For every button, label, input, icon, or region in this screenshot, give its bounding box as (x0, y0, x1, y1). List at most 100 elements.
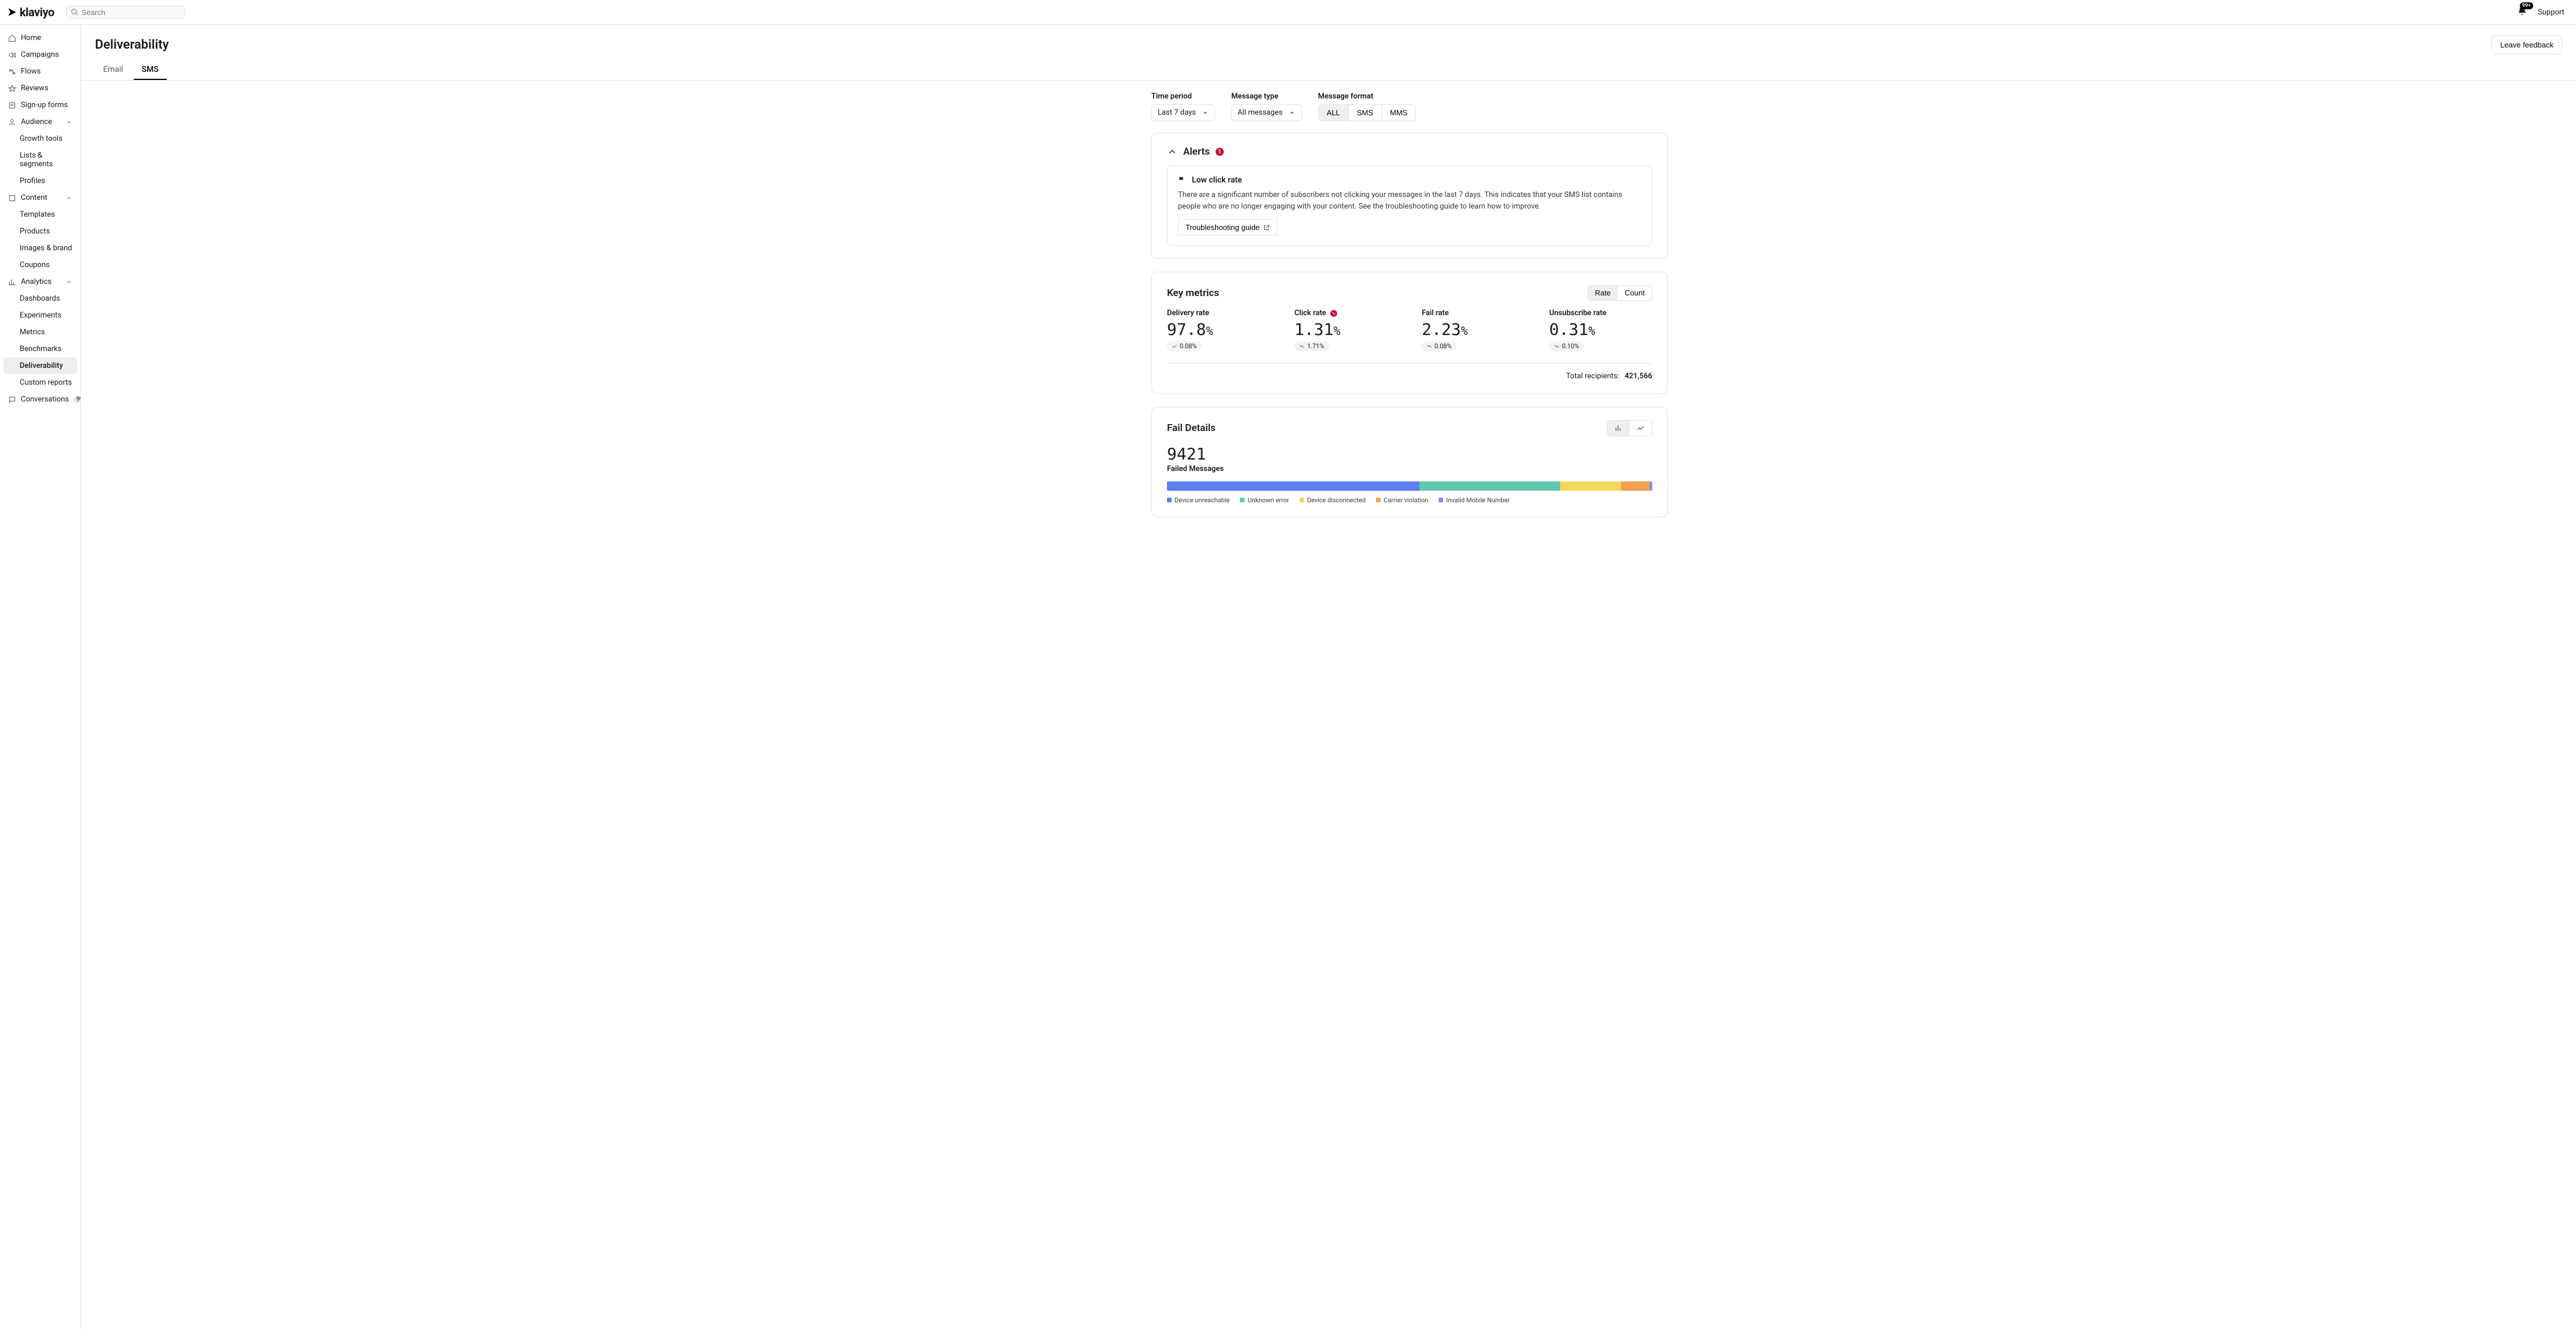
nav-flows[interactable]: Flows (3, 63, 77, 80)
value: 2.23 (1422, 320, 1461, 339)
label: Click rate (1294, 309, 1326, 317)
nav-label: Analytics (21, 278, 52, 286)
metric-value: 97.8% (1167, 320, 1260, 339)
nav-growth-tools[interactable]: Growth tools (3, 130, 77, 147)
topbar-left: klaviyo (7, 5, 185, 19)
pct: % (1461, 324, 1468, 338)
value: 1.31 (1294, 320, 1333, 339)
chevron-up-icon (65, 279, 72, 286)
search-icon (71, 8, 79, 16)
troubleshooting-guide-button[interactable]: Troubleshooting guide (1178, 219, 1278, 236)
nav-images-brand[interactable]: Images & brand (3, 240, 77, 257)
legend-swatch (1167, 498, 1172, 502)
metric-value: 2.23% (1422, 320, 1514, 339)
select-value: All messages (1238, 108, 1283, 117)
legend-item: Device disconnected (1300, 496, 1366, 504)
logo[interactable]: klaviyo (7, 5, 54, 19)
count-button[interactable]: Count (1618, 286, 1652, 300)
nav-custom-reports[interactable]: Custom reports (3, 374, 77, 391)
total-label: Total recipients: (1566, 372, 1619, 381)
format-mms-button[interactable]: MMS (1382, 105, 1415, 121)
nav-profiles[interactable]: Profiles (3, 173, 77, 189)
format-sms-button[interactable]: SMS (1349, 105, 1382, 121)
nav-home[interactable]: Home (3, 30, 77, 46)
metric-delta: 0.10% (1549, 341, 1584, 351)
failed-count-label: Failed Messages (1167, 465, 1652, 473)
nav-label: Deliverability (20, 362, 63, 370)
topbar-right: 99+ Support (2517, 6, 2564, 19)
nav-deliverability[interactable]: Deliverability (3, 357, 77, 374)
filters: Time period Last 7 days Message type All… (1151, 92, 1668, 121)
nav-campaigns[interactable]: Campaigns (3, 46, 77, 63)
pct: % (1588, 324, 1595, 338)
format-segment: ALL SMS MMS (1318, 104, 1417, 121)
chevron-down-icon (1289, 109, 1296, 116)
alerts-count-badge: 1 (1216, 148, 1224, 156)
nav-metrics[interactable]: Metrics (3, 324, 77, 341)
trend-down-icon (1299, 344, 1305, 349)
metric-delivery: Delivery rate 97.8% 0.08% (1167, 309, 1260, 352)
nav-coupons[interactable]: Coupons (3, 257, 77, 273)
stack-segment (1167, 481, 1419, 491)
tab-email[interactable]: Email (95, 60, 131, 80)
nav-signup-forms[interactable]: Sign-up forms (3, 97, 77, 114)
metric-delta: 0.08% (1167, 341, 1202, 351)
nav-experiments[interactable]: Experiments (3, 307, 77, 324)
alert-item: Low click rate There are a significant n… (1167, 166, 1652, 246)
megaphone-icon (8, 51, 16, 59)
alert-title-text: Low click rate (1192, 176, 1242, 185)
nav-lists-segments[interactable]: Lists & segments (3, 147, 77, 173)
nav-label: Growth tools (20, 134, 63, 143)
forms-icon (8, 101, 16, 109)
nav-label: Profiles (20, 177, 45, 185)
rate-button[interactable]: Rate (1588, 286, 1618, 300)
legend-item: Unknown error (1240, 496, 1289, 504)
page-title: Deliverability (95, 38, 169, 52)
card-header: Fail Details (1167, 420, 1652, 436)
nav-analytics[interactable]: Analytics (3, 273, 77, 290)
search-input[interactable] (66, 6, 185, 19)
nav-dashboards[interactable]: Dashboards (3, 290, 77, 307)
sidebar: Home Campaigns Flows Reviews Sign-up for… (0, 25, 81, 1329)
nav-products[interactable]: Products (3, 223, 77, 240)
nav-label: Custom reports (20, 378, 72, 387)
nav-label: Dashboards (20, 294, 60, 303)
metric-value: 0.31% (1549, 320, 1642, 339)
topbar: klaviyo 99+ Support (0, 0, 2576, 25)
star-icon (8, 85, 16, 93)
format-all-button[interactable]: ALL (1319, 105, 1349, 121)
nav-content[interactable]: Content (3, 189, 77, 206)
metrics-row: Delivery rate 97.8% 0.08% Click rate 1.3… (1167, 309, 1652, 352)
line-view-button[interactable] (1630, 421, 1652, 436)
nav-conversations[interactable]: Conversations99+ (3, 391, 77, 408)
total-recipients: Total recipients: 421,566 (1167, 372, 1652, 381)
metric-fail: Fail rate 2.23% 0.08% (1422, 309, 1514, 352)
line-chart-icon (1637, 424, 1645, 432)
nav-reviews[interactable]: Reviews (3, 80, 77, 97)
warning-icon (1330, 309, 1338, 317)
message-type-select[interactable]: All messages (1231, 104, 1302, 121)
nav-benchmarks[interactable]: Benchmarks (3, 341, 77, 357)
stack-segment (1621, 481, 1650, 491)
logo-text: klaviyo (20, 5, 54, 19)
support-link[interactable]: Support (2538, 8, 2564, 17)
tab-sms[interactable]: SMS (134, 60, 167, 80)
alert-title: Low click rate (1178, 176, 1641, 185)
alerts-toggle[interactable] (1167, 147, 1177, 157)
rate-count-toggle: Rate Count (1587, 285, 1652, 301)
flows-icon (8, 68, 16, 76)
notifications-button[interactable]: 99+ (2517, 6, 2527, 19)
metric-unsubscribe: Unsubscribe rate 0.31% 0.10% (1549, 309, 1642, 352)
time-period-select[interactable]: Last 7 days (1151, 104, 1215, 121)
filter-label: Time period (1151, 92, 1215, 101)
nav-templates[interactable]: Templates (3, 206, 77, 223)
nav-label: Home (21, 34, 41, 42)
alerts-title: Alerts (1183, 146, 1210, 158)
bar-view-button[interactable] (1608, 421, 1630, 436)
fail-stacked-bar (1167, 481, 1652, 491)
metric-click: Click rate 1.31% 1.71% (1294, 309, 1387, 352)
leave-feedback-button[interactable]: Leave feedback (2491, 35, 2562, 54)
filter-message-format: Message format ALL SMS MMS (1318, 92, 1417, 121)
nav-audience[interactable]: Audience (3, 114, 77, 130)
card-title: Fail Details (1167, 422, 1216, 434)
